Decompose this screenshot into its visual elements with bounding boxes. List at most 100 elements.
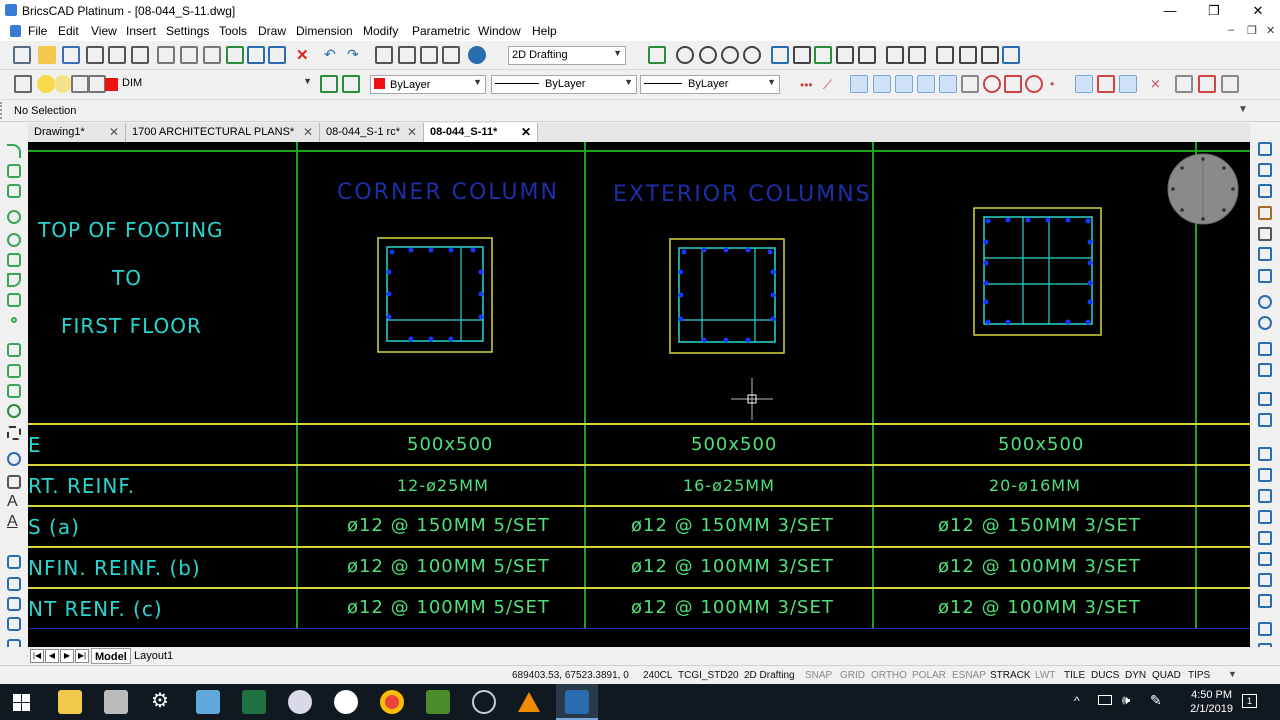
next-tab-button[interactable]: ▶: [60, 649, 74, 663]
snap-tangent-icon[interactable]: [939, 75, 957, 93]
match-properties-icon[interactable]: [226, 46, 244, 64]
color-dropdown[interactable]: ByLayer ▼: [370, 75, 486, 94]
calculator-icon[interactable]: [104, 690, 128, 714]
polygon-tool-icon[interactable]: [7, 293, 21, 307]
new-file-icon[interactable]: [13, 46, 31, 64]
status-240cl[interactable]: 240CL: [643, 670, 672, 681]
print-icon[interactable]: [86, 46, 104, 64]
rect-array-icon[interactable]: [1258, 392, 1272, 406]
paint-icon[interactable]: [288, 690, 312, 714]
move-tool-icon[interactable]: [1258, 142, 1272, 156]
text-tool-icon[interactable]: A: [7, 493, 18, 511]
undo-icon[interactable]: ↶: [324, 46, 336, 63]
status-tips[interactable]: TIPS: [1188, 670, 1210, 681]
menu-draw[interactable]: Draw: [258, 24, 286, 38]
array-tool-icon[interactable]: [1258, 269, 1272, 283]
scale-tool-icon[interactable]: [1258, 227, 1272, 241]
app2-icon[interactable]: [426, 690, 450, 714]
copy-tool-icon[interactable]: [1258, 163, 1272, 177]
extend-tool-icon[interactable]: [1258, 468, 1272, 482]
snap-intersection-icon[interactable]: [895, 75, 913, 93]
menu-settings[interactable]: Settings: [166, 24, 209, 38]
offset-tool-icon[interactable]: [1258, 342, 1272, 356]
layer-previous-icon[interactable]: [342, 75, 360, 93]
tab-s11-active[interactable]: 08-044_S-11* ✕: [424, 123, 538, 142]
mdi-minimize-button[interactable]: –: [1228, 24, 1234, 36]
snap-endpoint-icon[interactable]: •••: [800, 78, 813, 92]
snap-perp-icon[interactable]: [873, 75, 891, 93]
snap-center-icon[interactable]: [917, 75, 935, 93]
tab-model[interactable]: Model: [91, 648, 131, 664]
layer-lock-icon[interactable]: [71, 75, 89, 93]
sheet-icon[interactable]: [981, 46, 999, 64]
line-tool-icon[interactable]: [7, 144, 21, 158]
menu-dimension[interactable]: Dimension: [296, 24, 353, 38]
snap-parallel-icon[interactable]: [961, 75, 979, 93]
hatch-tool-icon[interactable]: [7, 343, 21, 357]
system-clock[interactable]: 4:50 PM 2/1/2019: [1190, 688, 1233, 716]
tab-drawing1[interactable]: Drawing1* ✕: [28, 123, 126, 142]
chamfer-tool-icon[interactable]: [1258, 531, 1272, 545]
polar-array-icon[interactable]: [1258, 413, 1272, 427]
paste-icon[interactable]: [203, 46, 221, 64]
wipeout-tool-icon[interactable]: [7, 384, 21, 398]
menu-parametric[interactable]: Parametric: [412, 24, 470, 38]
delete-icon[interactable]: ✕: [296, 46, 309, 64]
linetype-dropdown[interactable]: ByLayer ▼: [491, 75, 637, 94]
lineweight-dropdown[interactable]: ByLayer ▼: [640, 75, 780, 94]
snap-track-icon[interactable]: [1119, 75, 1137, 93]
chrome-icon[interactable]: [380, 690, 404, 714]
snap-insertion-icon[interactable]: [1004, 75, 1022, 93]
status-grid[interactable]: GRID: [840, 670, 865, 681]
align-tool-icon[interactable]: [1258, 316, 1272, 330]
publish-icon[interactable]: [131, 46, 149, 64]
volume-icon[interactable]: 🕪: [1122, 692, 1130, 708]
break-tool-icon[interactable]: [1258, 489, 1272, 503]
status-polar[interactable]: POLAR: [912, 670, 946, 681]
spline-tool-icon[interactable]: [7, 253, 21, 267]
snap-all-icon[interactable]: [1221, 75, 1239, 93]
layer-freeze-icon[interactable]: [54, 75, 72, 93]
layers-icon[interactable]: [398, 46, 416, 64]
drawing-canvas[interactable]: TOP OF FOOTING TO FIRST FLOOR CORNER COL…: [28, 142, 1250, 647]
zoom-previous-icon[interactable]: [743, 46, 761, 64]
app-icon[interactable]: [196, 690, 220, 714]
rotate-tool-icon[interactable]: [1258, 184, 1272, 198]
snap-near-icon[interactable]: [850, 75, 868, 93]
minimize-button[interactable]: —: [1150, 0, 1190, 21]
visual-style-icon[interactable]: [908, 46, 926, 64]
properties-icon[interactable]: [375, 46, 393, 64]
layer-plot-icon[interactable]: [88, 75, 106, 93]
attribute-tool-icon[interactable]: [7, 597, 21, 611]
status-tile[interactable]: TILE: [1064, 670, 1085, 681]
fillet-tool-icon[interactable]: [1258, 363, 1272, 377]
insert-block-tool-icon[interactable]: [7, 577, 21, 591]
pan-icon[interactable]: [771, 46, 789, 64]
media-player-icon[interactable]: [472, 690, 496, 714]
selection-dropdown-arrow[interactable]: ▼: [1238, 104, 1248, 115]
explorer-icon[interactable]: [420, 46, 438, 64]
status-strack[interactable]: STRACK: [990, 670, 1031, 681]
snap-extension-icon[interactable]: [1097, 75, 1115, 93]
view-icon[interactable]: [793, 46, 811, 64]
lengthen-tool-icon[interactable]: [1258, 552, 1272, 566]
status-dimstyle[interactable]: TCGI_STD20: [678, 670, 739, 681]
pick-icon[interactable]: [247, 46, 265, 64]
menu-insert[interactable]: Insert: [126, 24, 156, 38]
menu-modify[interactable]: Modify: [363, 24, 398, 38]
sketch-app-icon[interactable]: [334, 690, 358, 714]
statusbar-menu-arrow[interactable]: ▼: [1228, 669, 1237, 679]
polyline-tool-icon[interactable]: [7, 164, 21, 178]
snap-settings-icon[interactable]: [1175, 75, 1193, 93]
tab-s1-rc[interactable]: 08-044_S-1 rc* ✕: [320, 123, 424, 142]
status-quad[interactable]: QUAD: [1152, 670, 1181, 681]
redo-icon[interactable]: ↷: [347, 46, 359, 63]
file-explorer-icon[interactable]: [58, 690, 82, 714]
status-lwt[interactable]: LWT: [1035, 670, 1055, 681]
cut-icon[interactable]: [157, 46, 175, 64]
open-folder-icon[interactable]: [38, 46, 56, 64]
bricscad-taskbar-button[interactable]: [556, 684, 598, 720]
zoom-extents-icon[interactable]: [648, 46, 666, 64]
status-ortho[interactable]: ORTHO: [871, 670, 907, 681]
settings-gear-icon[interactable]: ⚙: [151, 688, 169, 713]
